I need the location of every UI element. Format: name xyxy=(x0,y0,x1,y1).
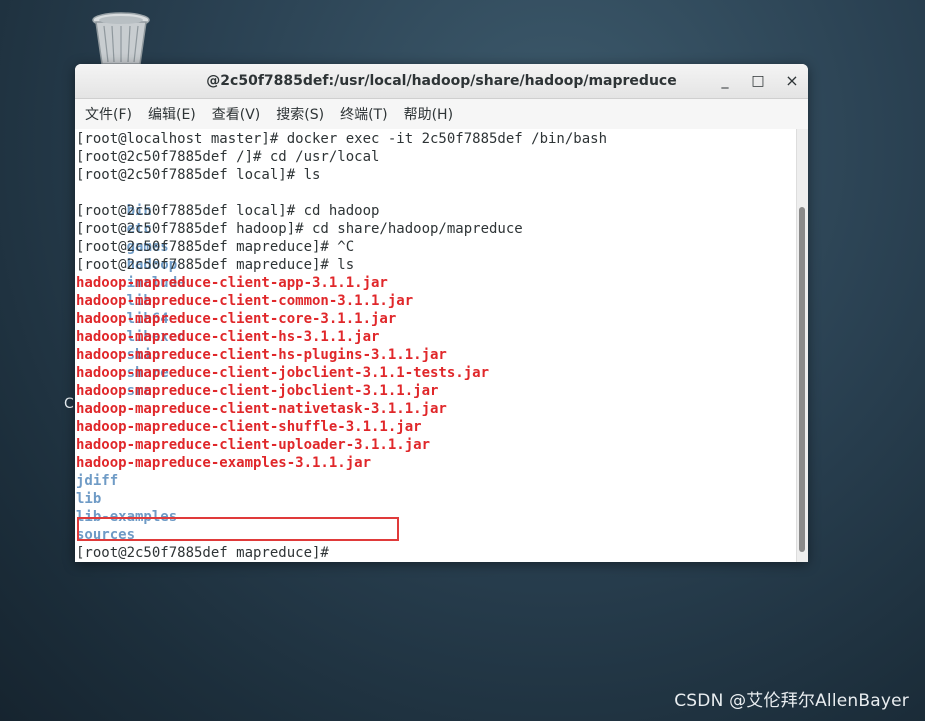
terminal-line: [root@2c50f7885def /]# cd /usr/local xyxy=(76,149,380,165)
jar-entry: hadoop-mapreduce-client-nativetask-3.1.1… xyxy=(76,401,447,417)
menu-terminal[interactable]: 终端(T) xyxy=(334,104,393,124)
highlight-box xyxy=(77,517,399,541)
terminal-line: [root@localhost master]# docker exec -it… xyxy=(76,131,608,147)
jar-entry: hadoop-mapreduce-client-core-3.1.1.jar xyxy=(76,311,397,327)
minimize-icon[interactable]: _ xyxy=(716,72,734,90)
trash-icon[interactable] xyxy=(88,10,154,66)
terminal-line: [root@2c50f7885def mapreduce]# ^C xyxy=(76,239,355,255)
jar-entry: hadoop-mapreduce-client-uploader-3.1.1.j… xyxy=(76,437,431,453)
menu-view[interactable]: 查看(V) xyxy=(206,104,267,124)
terminal-window: @2c50f7885def:/usr/local/hadoop/share/ha… xyxy=(75,64,808,562)
jar-entry: hadoop-mapreduce-client-hs-plugins-3.1.1… xyxy=(76,347,447,363)
jar-entry: hadoop-mapreduce-client-hs-3.1.1.jar xyxy=(76,329,380,345)
jar-entry: hadoop-mapreduce-client-common-3.1.1.jar xyxy=(76,293,414,309)
ls-local-output: bin etc games hadoop include lib lib64 l… xyxy=(76,184,798,399)
jar-entry: hadoop-mapreduce-client-jobclient-3.1.1-… xyxy=(76,365,490,381)
dir-entry: lib xyxy=(76,491,102,507)
command-prompt[interactable]: [root@2c50f7885def mapreduce]# xyxy=(76,544,798,562)
maximize-icon[interactable]: □ xyxy=(749,72,767,90)
jar-entry: hadoop-mapreduce-client-app-3.1.1.jar xyxy=(76,275,388,291)
menu-search[interactable]: 搜索(S) xyxy=(270,104,330,124)
menu-help[interactable]: 帮助(H) xyxy=(398,104,459,124)
watermark: CSDN @艾伦拜尔AllenBayer xyxy=(674,691,909,711)
window-title: @2c50f7885def:/usr/local/hadoop/share/ha… xyxy=(206,73,677,89)
dir-entry: jdiff xyxy=(76,473,119,489)
terminal-line: [root@2c50f7885def local]# ls xyxy=(76,167,321,183)
terminal-line: [root@2c50f7885def local]# cd hadoop xyxy=(76,203,380,219)
scrollbar-thumb[interactable] xyxy=(799,207,805,552)
terminal-output[interactable]: [root@localhost master]# docker exec -it… xyxy=(75,129,798,562)
terminal-line: [root@2c50f7885def hadoop]# cd share/had… xyxy=(76,221,523,237)
desktop-label-fragment: C xyxy=(64,396,74,412)
examples-jar-entry: hadoop-mapreduce-examples-3.1.1.jar xyxy=(76,455,372,471)
jar-entry: hadoop-mapreduce-client-jobclient-3.1.1.… xyxy=(76,383,439,399)
menu-file[interactable]: 文件(F) xyxy=(79,104,138,124)
scrollbar[interactable] xyxy=(796,129,808,562)
jar-entry: hadoop-mapreduce-client-shuffle-3.1.1.ja… xyxy=(76,419,422,435)
menu-edit[interactable]: 编辑(E) xyxy=(142,104,202,124)
close-icon[interactable]: × xyxy=(783,72,801,90)
terminal-line: [root@2c50f7885def mapreduce]# ls xyxy=(76,257,355,273)
menu-bar: 文件(F) 编辑(E) 查看(V) 搜索(S) 终端(T) 帮助(H) xyxy=(75,99,808,130)
title-bar[interactable]: @2c50f7885def:/usr/local/hadoop/share/ha… xyxy=(75,64,808,99)
